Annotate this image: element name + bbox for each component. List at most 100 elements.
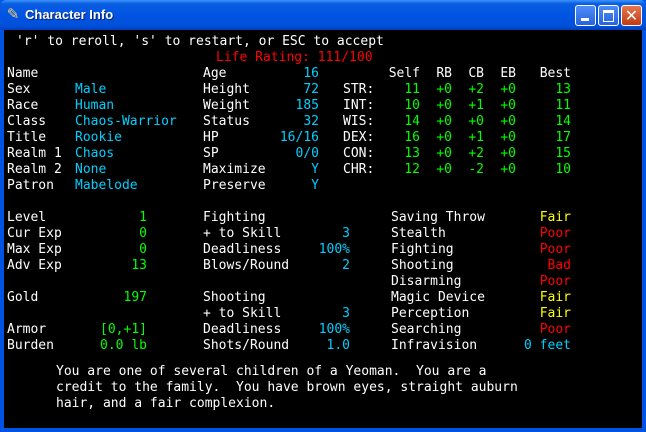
identity-value: Human [75,98,115,113]
stat-self: 16 [404,130,420,145]
stat-eb: +0 [500,82,516,97]
stat-rb: +0 [436,130,452,145]
physical-label: SP [203,146,219,161]
stat-cb: +1 [468,130,484,145]
identity-label: Class [7,114,47,129]
identity-value: None [75,162,107,177]
stat-best: 17 [555,130,571,145]
stats-header-cb: CB [468,66,484,81]
shooting-value: 3 [342,306,350,321]
physical-label: HP [203,130,219,145]
stat-name: WIS: [343,114,375,129]
stat-cb: +0 [468,114,484,129]
quill-icon: ✎ [6,5,20,23]
stats-header-rb: RB [436,66,452,81]
close-icon: ✕ [624,6,639,25]
identity-label: Sex [7,82,31,97]
identity-value: Male [75,82,107,97]
fighting-label: Deadliness [203,242,282,257]
window-title: Character Info [25,7,114,22]
physical-label: Age [203,66,227,81]
stat-rb: +0 [436,98,452,113]
progress-label: Cur Exp [7,226,62,241]
skill-label: Disarming [391,274,462,289]
stats-header-self: Self [388,66,420,81]
physical-label: Preserve [203,178,266,193]
physical-value: Y [311,178,319,193]
stat-eb: +0 [500,114,516,129]
physical-value: 16 [303,66,319,81]
identity-value: Chaos-Warrior [75,114,177,129]
close-button[interactable]: ✕ [621,5,642,26]
stat-self: 14 [404,114,420,129]
physical-value: Y [311,162,319,177]
skill-label: Stealth [391,226,446,241]
progress-value: 0 [139,242,147,257]
stat-eb: +0 [500,146,516,161]
physical-value: 16/16 [279,130,319,145]
stat-best: 10 [555,162,571,177]
stat-eb: +0 [500,98,516,113]
stat-eb: +0 [500,130,516,145]
physical-value: 185 [295,98,319,113]
progress-value: 1 [139,210,147,225]
physical-label: Maximize [203,162,266,177]
skill-rating: Poor [539,242,571,257]
progress-label: Max Exp [7,242,62,257]
skill-rating: Fair [539,306,571,321]
progress-label: Level [7,210,47,225]
identity-label: Patron [7,178,54,193]
stat-cb: +2 [468,146,484,161]
armor-label: Armor [7,322,47,337]
shooting-value: 1.0 [326,338,350,353]
progress-label: Adv Exp [7,258,62,273]
skill-label: Fighting [391,242,454,257]
minimize-icon [581,18,589,21]
character-sheet: 'r' to reroll, 's' to restart, or ESC to… [4,30,642,428]
shooting-heading: Shooting [203,290,266,305]
title-bar[interactable]: ✎ Character Info ✕ [0,0,646,30]
skill-rating: Fair [539,290,571,305]
shooting-label: Deadliness [203,322,282,337]
stat-self: 11 [404,82,420,97]
physical-value: 0/0 [295,146,319,161]
stat-best: 11 [555,98,571,113]
history-line: You are one of several children of a Yeo… [56,364,487,379]
skill-label: Infravision [391,338,478,353]
minimize-button[interactable] [575,5,596,26]
identity-label: Race [7,98,39,113]
stat-best: 15 [555,146,571,161]
stat-name: DEX: [343,130,375,145]
skill-rating: Poor [539,274,571,289]
stat-name: INT: [343,98,375,113]
gold-value: 197 [123,290,147,305]
stats-header-eb: EB [500,66,516,81]
history-line: hair, and a fair complexion. [56,396,276,411]
maximize-button[interactable] [598,5,619,26]
physical-label: Status [203,114,250,129]
stat-cb: -2 [468,162,484,177]
armor-value: [0,+1] [100,322,147,337]
skill-rating: Poor [539,226,571,241]
character-info-window: ✎ Character Info ✕ 'r' to reroll, 's' to… [0,0,646,432]
burden-label: Burden [7,338,54,353]
skill-label: Searching [391,322,462,337]
identity-label: Realm 2 [7,162,62,177]
instructions-text: 'r' to reroll, 's' to restart, or ESC to… [16,34,384,49]
skill-label: Shooting [391,258,454,273]
fighting-value: 3 [342,226,350,241]
physical-label: Weight [203,98,250,113]
identity-value: Rookie [75,130,122,145]
maximize-icon [603,10,614,22]
skill-rating: Fair [539,210,571,225]
stats-header-best: Best [539,66,571,81]
skill-rating: Bad [547,258,571,273]
progress-value: 13 [131,258,147,273]
physical-label: Height [203,82,250,97]
stat-best: 13 [555,82,571,97]
stat-rb: +0 [436,82,452,97]
fighting-value: 100% [318,242,350,257]
stat-best: 14 [555,114,571,129]
progress-value: 0 [139,226,147,241]
stat-rb: +0 [436,114,452,129]
